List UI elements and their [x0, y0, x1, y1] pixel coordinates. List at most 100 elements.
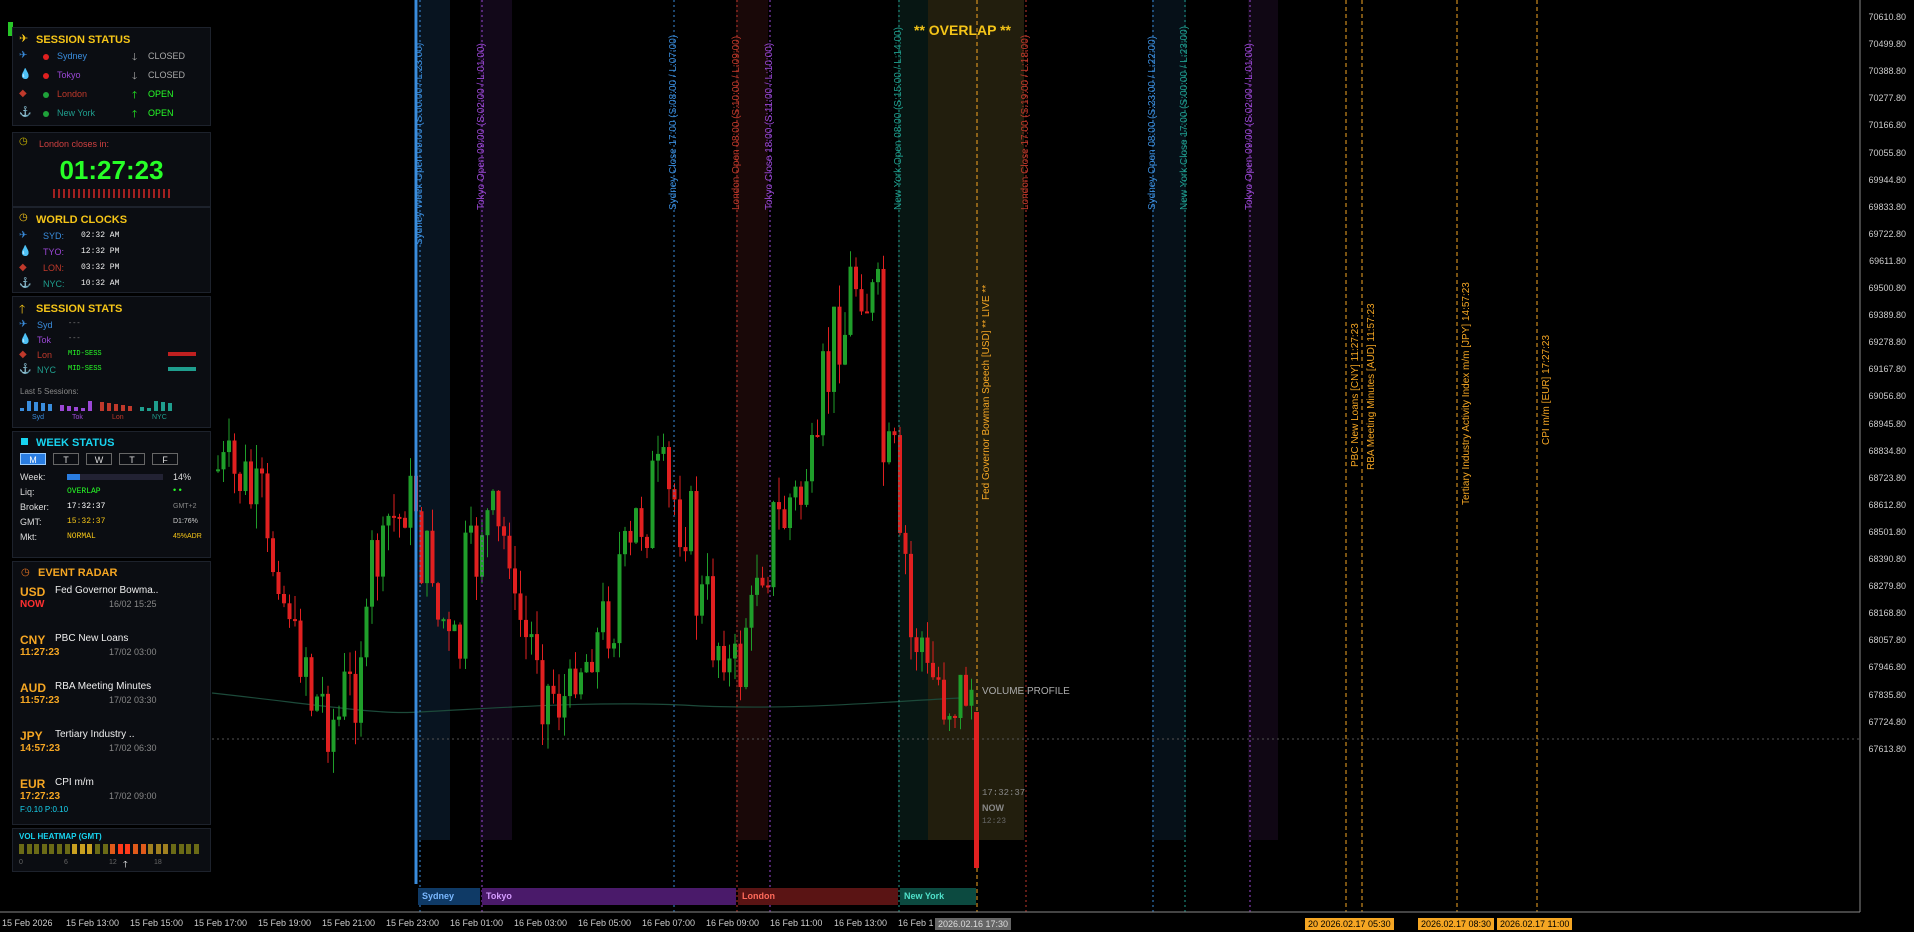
time-tick: 15 Feb 2026 [2, 918, 53, 928]
broker-label: Broker: [20, 502, 50, 512]
candle-body [458, 624, 462, 659]
candle-body [557, 693, 561, 718]
last5-bar [154, 401, 158, 411]
candle-body [623, 530, 627, 555]
weekday-box[interactable]: F [152, 453, 178, 465]
candle-body [309, 657, 314, 711]
week-label: Week: [20, 472, 46, 482]
weekday-box[interactable]: T [53, 453, 79, 465]
candle-body [936, 677, 941, 680]
time-tick: 16 Feb 1 [898, 918, 934, 928]
event-currency: USD [20, 585, 46, 599]
weekday-box[interactable]: M [20, 453, 46, 465]
heat-cell [125, 844, 131, 854]
session-line-label: London Close 17:00 (S:19:00 / L:18:00) [1020, 34, 1031, 210]
gmt-label: GMT: [20, 517, 42, 527]
countdown-label: London closes in: [39, 139, 110, 149]
price-chart[interactable] [0, 0, 1914, 932]
session-line-label: Tokyo Open 09:00 (S:02:00 / L:01:00) [476, 43, 487, 210]
event-name[interactable]: Fed Governor Bowma.. [55, 585, 158, 596]
candle-body [694, 491, 699, 616]
event-countdown: 14:57:23 [20, 743, 61, 754]
clock-label: TYO: [43, 247, 65, 257]
candle-body [914, 637, 919, 653]
event-currency: CNY [20, 633, 46, 647]
session-stats-panel: 🡑 SESSION STATS ✈ Syd --- 💧 Tok --- ◆ Lon MID-SE… [12, 296, 211, 428]
event-date: 16/02 15:25 [109, 599, 157, 609]
candle-body [711, 576, 715, 661]
status-arrow-icon: 🡑 [132, 90, 138, 101]
price-tick: 67946.80 [1868, 662, 1906, 673]
candle-body [353, 673, 358, 723]
candle-body [595, 632, 600, 673]
candle-body [953, 715, 957, 718]
candle-body [364, 606, 369, 658]
candle-body [441, 619, 446, 622]
session-icon: ✈ [19, 50, 28, 61]
session-bar-london: London [738, 888, 898, 905]
event-name[interactable]: CPI m/m [55, 777, 94, 788]
week-pct: 14% [173, 472, 192, 482]
event-radar-panel: ◷ EVENT RADAR USD Fed Governor Bowma.. NOW… [12, 561, 211, 825]
time-tick: 15 Feb 19:00 [258, 918, 312, 928]
candle-body [645, 536, 649, 549]
candle-body [254, 468, 259, 505]
event-line-label: Tertiary Industry Activity Index m/m [JP… [1461, 282, 1472, 505]
candle-body [238, 473, 242, 492]
candle-body [925, 637, 930, 663]
vol-heatmap-title: VOL HEATMAP (GMT) [19, 832, 102, 841]
session-name: Sydney [57, 51, 88, 61]
status-arrow-icon: 🡑 [132, 109, 138, 120]
current-hour-arrow-icon: 🡑 [123, 859, 128, 869]
vol-heatmap-panel: VOL HEATMAP (GMT) 0 6 12 18 🡑 [12, 828, 211, 872]
time-tick: 16 Feb 05:00 [578, 918, 632, 928]
candle-body [529, 634, 534, 638]
event-name[interactable]: PBC New Loans [55, 633, 128, 644]
event-name[interactable]: RBA Meeting Minutes [55, 681, 151, 692]
cursor-time-tag: 2026.02.16 17:30 [935, 918, 1012, 930]
last5-bars [140, 401, 174, 411]
weekday-box[interactable]: T [119, 453, 145, 465]
heat-cell [79, 844, 85, 854]
square-icon [21, 438, 28, 445]
heat-cell [34, 844, 40, 854]
last5-bar [121, 405, 125, 411]
last5-bar [48, 404, 52, 411]
candle-body [749, 594, 754, 628]
candle-body [381, 525, 385, 577]
candle-body [931, 662, 935, 678]
price-tick: 69389.80 [1868, 310, 1906, 321]
clock-city-icon: ✈ [19, 230, 28, 241]
candle-body [892, 431, 897, 436]
candle-body [777, 502, 781, 510]
event-date-tag: 20 2026.02.17 05:30 [1305, 918, 1394, 930]
candle-body [265, 473, 270, 539]
last5-bars [20, 401, 54, 411]
candle-body [755, 577, 759, 595]
candle-body [584, 661, 589, 673]
price-tick: 70166.80 [1868, 120, 1906, 131]
session-bar-tokyo: Tokyo [482, 888, 736, 905]
time-tick: 16 Feb 07:00 [642, 918, 696, 928]
event-line-label: RBA Meeting Minutes [AUD] 11:57:23 [1366, 303, 1377, 470]
session-line-label: Sydney Open 08:00 (S:23:00 / L:22:00) [1147, 35, 1158, 210]
heat-cell [110, 844, 116, 854]
price-tick: 70055.80 [1868, 147, 1906, 158]
stat-session-icon: ⚓ [19, 364, 32, 375]
price-tick: 69278.80 [1868, 337, 1906, 348]
weekday-box[interactable]: W [86, 453, 112, 465]
candle-body [661, 447, 666, 454]
session-name: New York [57, 108, 96, 118]
candle-body [920, 637, 924, 653]
event-name[interactable]: Tertiary Industry .. [55, 729, 134, 740]
last5-bars [100, 401, 134, 411]
candle-body [304, 657, 308, 677]
price-tick: 67613.80 [1868, 743, 1906, 754]
candle-body [617, 554, 622, 644]
session-name: London [57, 89, 88, 99]
candle-body [881, 268, 886, 463]
candle-body [331, 719, 336, 752]
clock-icon: ◷ [19, 136, 28, 147]
candle-body [859, 289, 864, 312]
clock-time: 10:32 AM [81, 279, 120, 288]
